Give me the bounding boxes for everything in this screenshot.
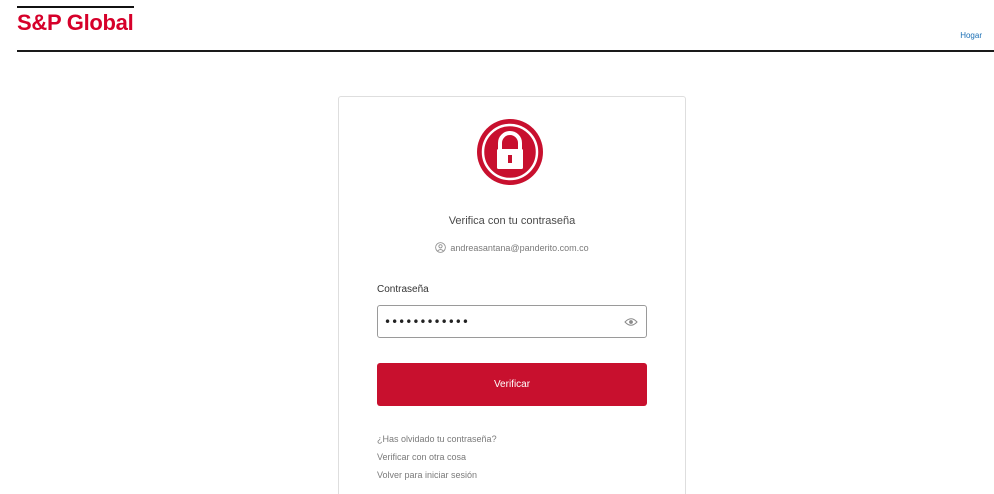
sign-in-page: S&P Global Hogar Verifica con tu contras… xyxy=(0,0,994,494)
verify-button[interactable]: Verificar xyxy=(377,363,647,406)
verify-other-link[interactable]: Verificar con otra cosa xyxy=(377,452,497,463)
password-input[interactable] xyxy=(378,306,616,337)
home-link[interactable]: Hogar xyxy=(960,31,982,40)
logo-top-rule xyxy=(17,6,134,8)
user-circle-icon xyxy=(435,242,447,253)
lock-icon xyxy=(475,117,545,187)
password-field[interactable] xyxy=(377,305,647,338)
eye-icon[interactable] xyxy=(616,306,646,337)
identifier-email: andreasantana@panderito.com.co xyxy=(450,242,589,253)
forgot-password-link[interactable]: ¿Has olvidado tu contraseña? xyxy=(377,434,497,445)
verify-card: Verifica con tu contraseña andreasantana… xyxy=(338,96,686,494)
brand-logo: S&P Global xyxy=(17,10,134,35)
header-divider xyxy=(17,50,994,52)
identifier-row: andreasantana@panderito.com.co xyxy=(339,242,685,253)
password-label: Contraseña xyxy=(377,284,429,295)
back-to-sign-in-link[interactable]: Volver para iniciar sesión xyxy=(377,470,497,481)
verify-title: Verifica con tu contraseña xyxy=(448,215,576,227)
help-links: ¿Has olvidado tu contraseña? Verificar c… xyxy=(377,434,497,481)
